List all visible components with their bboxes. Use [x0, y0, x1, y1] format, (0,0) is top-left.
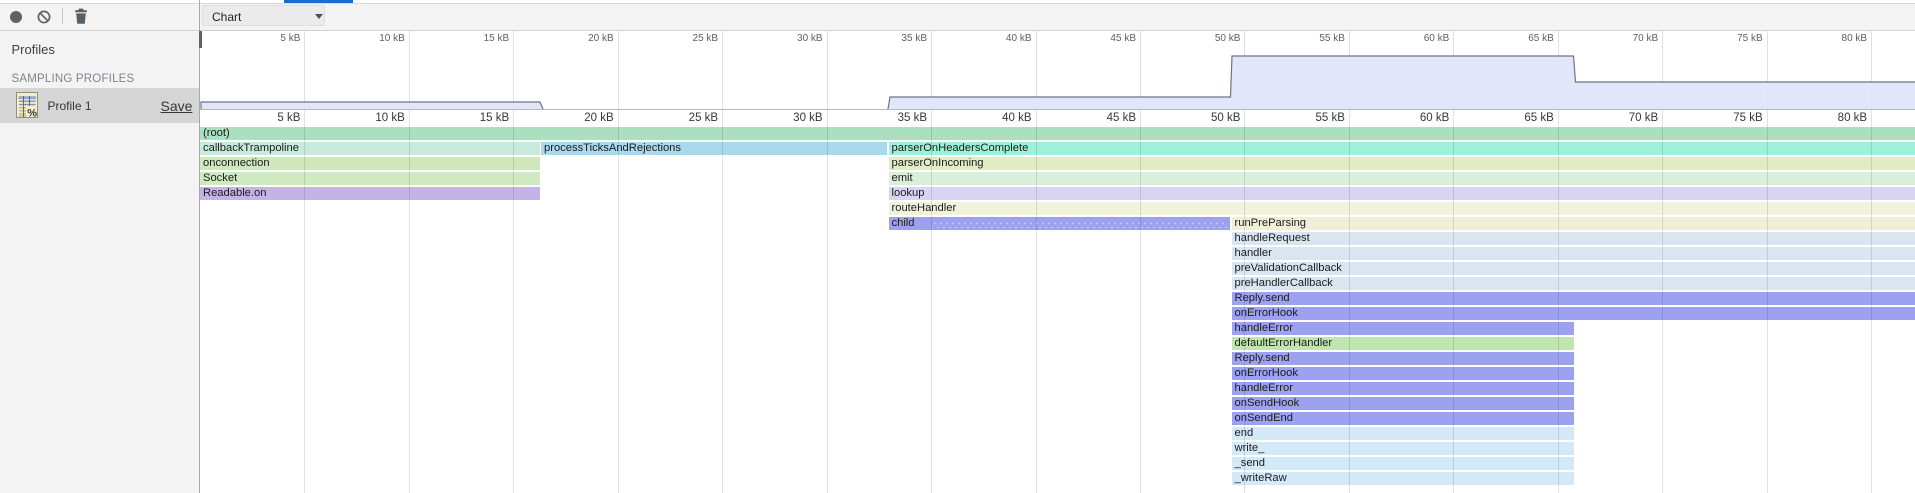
svg-text:%: % [27, 108, 37, 120]
